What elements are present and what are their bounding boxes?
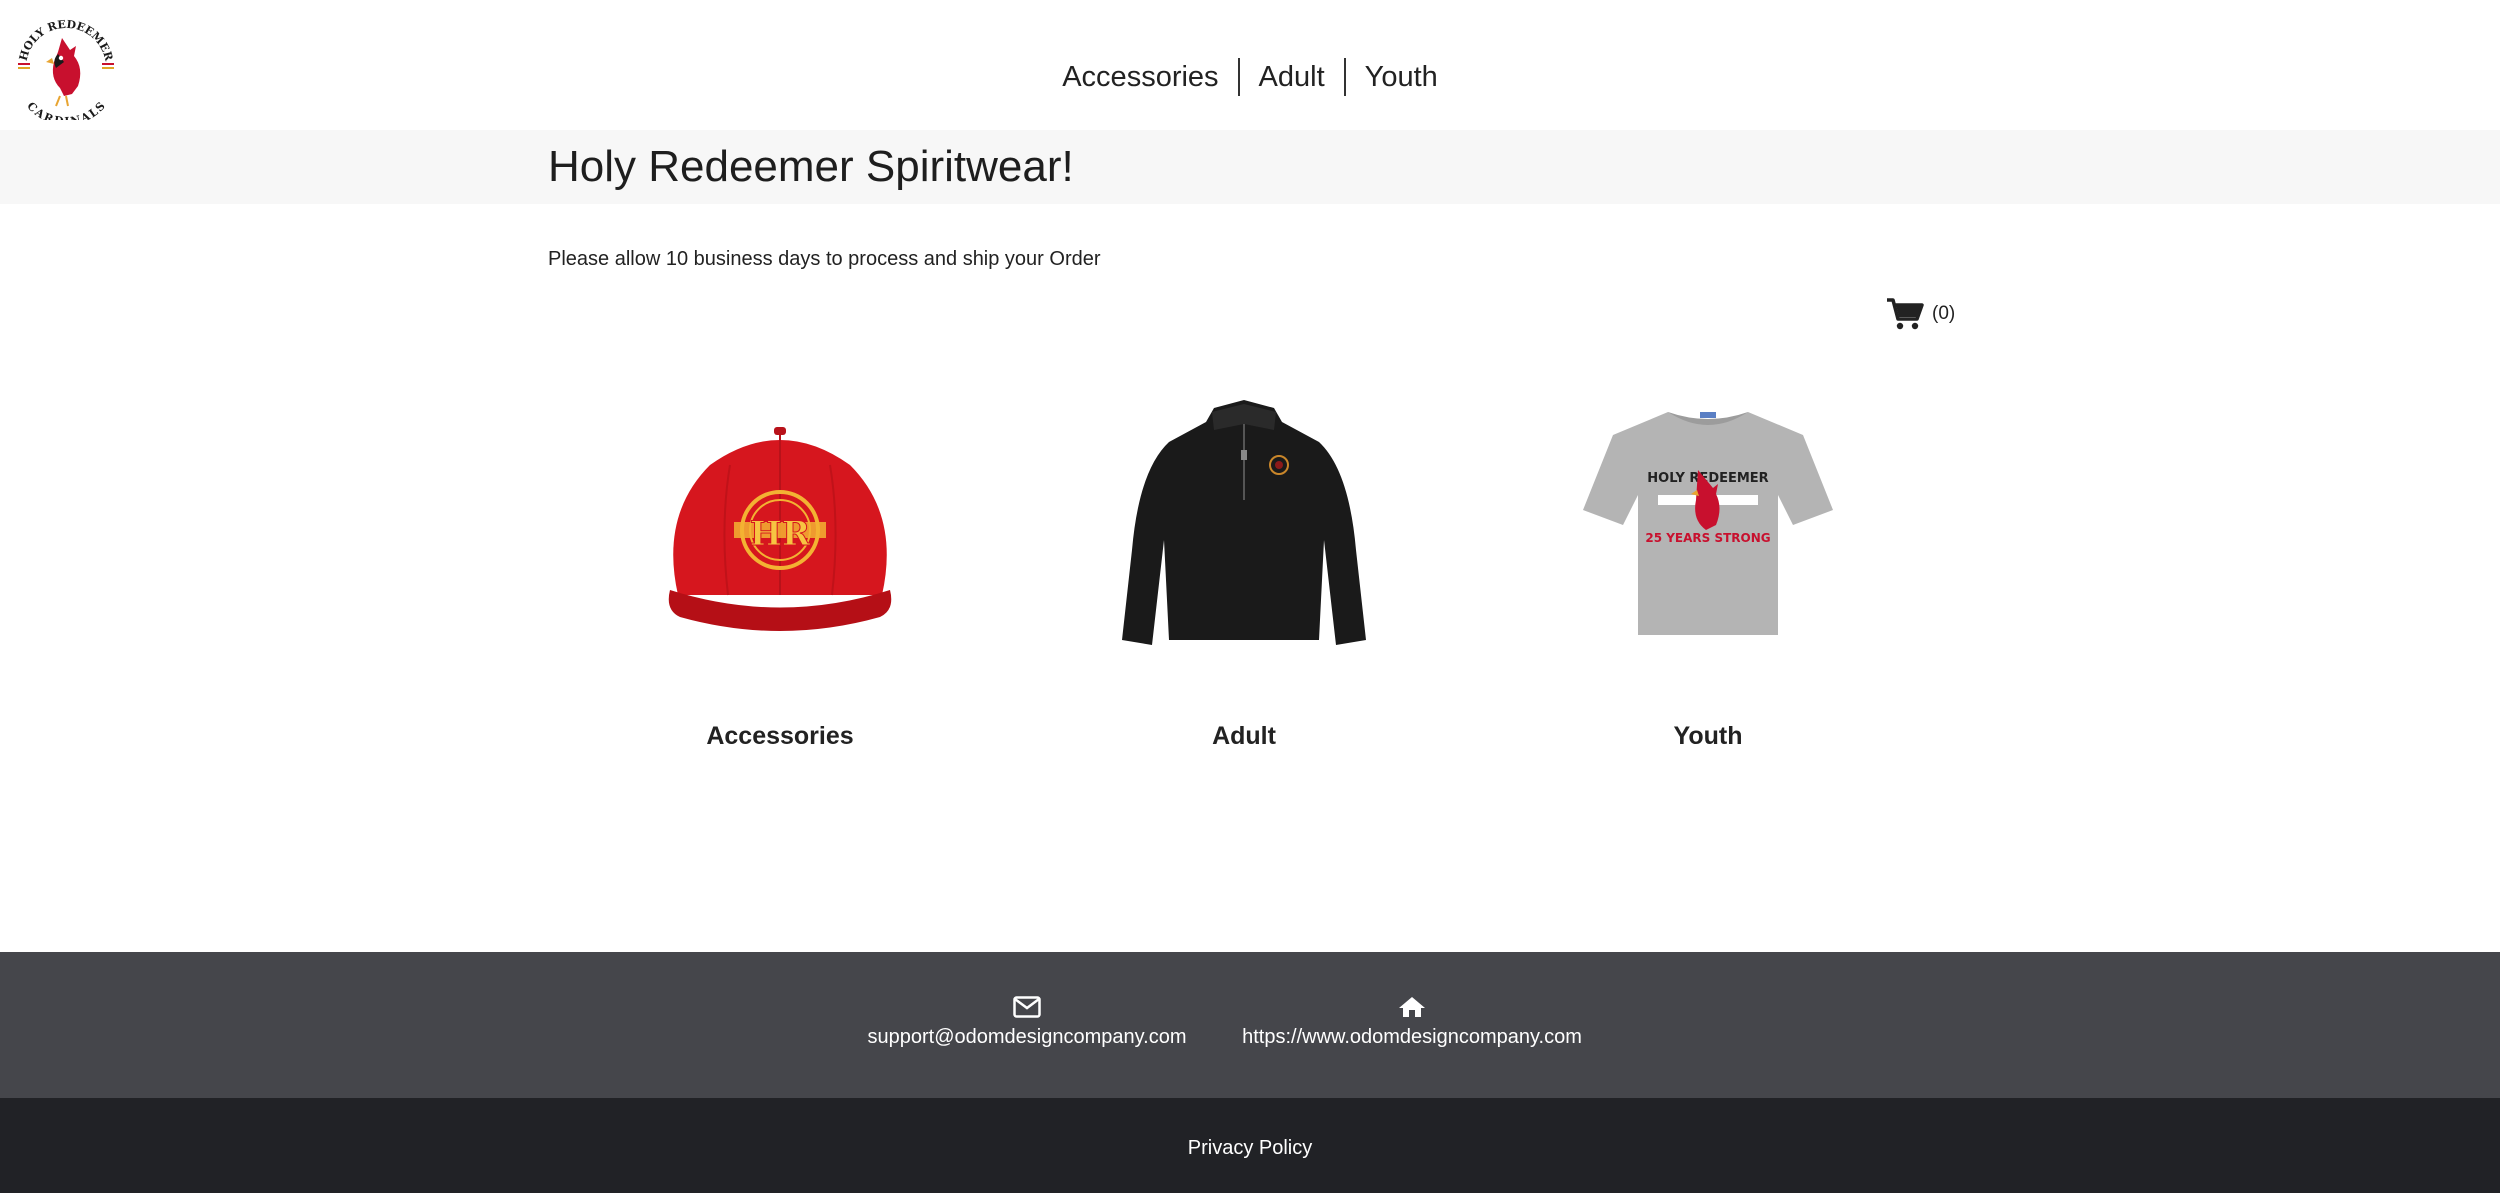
black-quarter-zip-image [1122,400,1366,645]
footer-website[interactable]: https://www.odomdesigncompany.com [1234,996,1590,1049]
nav-adult[interactable]: Adult [1240,58,1344,96]
red-cap-image: HR [668,427,892,631]
cart-count: (0) [1932,303,1956,324]
footer-email[interactable]: support@odomdesigncompany.com [866,996,1188,1049]
category-card-accessories[interactable]: HR Accessories [630,375,930,751]
footer-legal: Privacy Policy [0,1098,2500,1193]
category-label[interactable]: Accessories [630,722,930,751]
page-title: Holy Redeemer Spiritwear! [548,142,1074,191]
product-image[interactable]: HR [630,375,930,665]
category-card-adult[interactable]: Adult [1094,375,1394,751]
envelope-icon [1013,996,1041,1018]
product-image[interactable]: HOLY REDEEMER 25 YEARS STRONG [1558,375,1858,665]
category-label[interactable]: Youth [1558,722,1858,751]
website-link[interactable]: https://www.odomdesigncompany.com [1242,1026,1582,1048]
svg-text:25 YEARS STRONG: 25 YEARS STRONG [1645,531,1770,545]
main-nav: Accessories Adult Youth [0,58,2500,96]
category-card-youth[interactable]: HOLY REDEEMER 25 YEARS STRONG Youth [1558,375,1858,751]
product-image[interactable] [1094,375,1394,665]
footer-contact: support@odomdesigncompany.com https://ww… [0,952,2500,1098]
home-icon [1399,997,1425,1017]
cart-icon [1887,298,1924,330]
grey-tshirt-image: HOLY REDEEMER 25 YEARS STRONG [1583,412,1833,635]
nav-youth[interactable]: Youth [1346,58,1457,96]
category-label[interactable]: Adult [1094,722,1394,751]
nav-accessories[interactable]: Accessories [1043,58,1237,96]
shipping-notice: Please allow 10 business days to process… [548,248,1101,270]
cart-button[interactable]: (0) [1886,297,1955,331]
privacy-policy-link[interactable]: Privacy Policy [0,1137,2500,1160]
site-header: HOLY REDEEMER CARDINALS Accessories Adul… [0,0,2500,130]
email-link[interactable]: support@odomdesigncompany.com [868,1026,1187,1048]
svg-text:HR: HR [750,514,811,554]
svg-text:CARDINALS: CARDINALS [24,100,107,120]
title-band: Holy Redeemer Spiritwear! [0,130,2500,204]
